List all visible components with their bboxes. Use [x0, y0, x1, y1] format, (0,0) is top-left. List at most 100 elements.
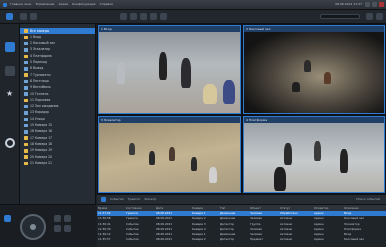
- person: [324, 72, 331, 84]
- filter-button[interactable]: Фильтр: [144, 198, 156, 201]
- star-icon[interactable]: ★: [6, 90, 13, 98]
- events-icon[interactable]: [101, 197, 106, 202]
- event-toolbar: События Тревоги Фильтр Поиск событий: [97, 194, 386, 204]
- menu-item-main[interactable]: Главное окно: [10, 3, 31, 6]
- camera-view[interactable]: 3 Эскалатор: [98, 116, 241, 193]
- camera-icon: [24, 92, 28, 96]
- folder-icon: [24, 142, 28, 147]
- camera-tree: Все камеры 1 Вход 2 Кассовый зал 3 Эскал…: [20, 24, 96, 204]
- folder-icon: [24, 155, 28, 159]
- person: [292, 82, 300, 92]
- person: [191, 157, 197, 171]
- camera-feed: [99, 123, 240, 192]
- person: [223, 80, 235, 104]
- maximize-button[interactable]: [372, 2, 377, 7]
- folder-icon: [24, 149, 28, 153]
- ptz-panel: [0, 204, 96, 247]
- camera-icon: [24, 130, 28, 134]
- menu-items: Главное окно Управление Архив Конфигурац…: [10, 0, 116, 7]
- minimize-button[interactable]: [365, 2, 370, 7]
- person: [181, 58, 191, 88]
- table-cell: Админ: [314, 237, 324, 242]
- camera-icon: [24, 48, 28, 52]
- window-controls: [365, 2, 384, 7]
- star-icon[interactable]: [140, 13, 147, 20]
- joystick-knob-icon[interactable]: [30, 224, 36, 230]
- folder-icon: [24, 54, 28, 59]
- left-rail: ★: [0, 24, 20, 204]
- iris-icon[interactable]: [64, 225, 71, 232]
- camera-feed: [244, 123, 384, 192]
- camera-icon: [24, 60, 28, 65]
- home-icon[interactable]: [5, 42, 15, 52]
- person: [159, 52, 167, 80]
- camera-feed: [99, 32, 240, 113]
- camera-view[interactable]: 2 Кассовый зал: [243, 25, 385, 114]
- timeline-slider[interactable]: [320, 14, 360, 19]
- folder-icon: [24, 35, 28, 40]
- fullscreen-icon[interactable]: [376, 13, 383, 20]
- toolbar: [0, 10, 386, 24]
- menu-item-config[interactable]: Конфигурация: [72, 3, 95, 6]
- table-row[interactable]: 11:35:57 Событие 08.06.2021 Камера 2 Дет…: [97, 237, 386, 242]
- zoom-in-icon[interactable]: [54, 215, 61, 222]
- settings-icon[interactable]: [366, 13, 373, 20]
- search-events-button[interactable]: Поиск событий: [356, 198, 380, 201]
- folder-icon: [24, 98, 28, 103]
- zoom-out-icon[interactable]: [54, 225, 61, 232]
- person: [209, 167, 217, 183]
- camera-icon[interactable]: [5, 66, 15, 76]
- person: [274, 167, 286, 191]
- person: [117, 62, 125, 84]
- person: [169, 147, 175, 161]
- camera-icon: [24, 86, 28, 90]
- person: [314, 141, 321, 161]
- person: [129, 143, 135, 155]
- camera-icon[interactable]: [120, 13, 127, 20]
- monitor-icon[interactable]: [130, 13, 137, 20]
- camera-view[interactable]: 4 Платформа: [243, 116, 385, 193]
- events-table: Время Состояние Дата Камера Тип Объект С…: [97, 204, 386, 247]
- folder-icon: [24, 29, 28, 33]
- folder-icon: [24, 73, 28, 77]
- person: [284, 143, 292, 165]
- table-cell: Предмет: [250, 237, 263, 242]
- menu-item-control[interactable]: Управление: [36, 3, 55, 6]
- camera-icon: [24, 117, 28, 122]
- camera-icon: [24, 79, 28, 84]
- table-cell: 08.06.2021: [156, 237, 173, 242]
- settings-icon[interactable]: [5, 138, 15, 148]
- close-button[interactable]: [379, 2, 384, 7]
- list-icon[interactable]: [30, 13, 37, 20]
- layout-icon[interactable]: [6, 13, 13, 20]
- table-cell: Событие: [126, 237, 139, 242]
- clock: 08.06.2021 11:37: [335, 2, 362, 6]
- app-logo-icon: [3, 3, 7, 7]
- bell-icon[interactable]: [150, 13, 157, 20]
- menu-item-help[interactable]: Справка: [100, 3, 113, 6]
- table-cell: 11:35:57: [98, 237, 111, 242]
- camera-icon: [24, 41, 28, 46]
- camera-icon: [24, 111, 28, 115]
- camera-view[interactable]: 1 Вход: [98, 25, 241, 114]
- focus-icon[interactable]: [64, 215, 71, 222]
- ptz-icon[interactable]: [4, 215, 11, 222]
- user-icon[interactable]: [160, 13, 167, 20]
- person: [340, 149, 348, 173]
- folder-icon: [24, 136, 28, 140]
- menu-bar: Главное окно Управление Архив Конфигурац…: [0, 0, 386, 10]
- alarms-tab[interactable]: Тревоги: [128, 198, 141, 201]
- folder-icon: [24, 161, 28, 166]
- person: [304, 60, 311, 72]
- video-grid: 1 Вход 2 Кассовый зал 3 Эскалатор 4 Плат…: [97, 24, 386, 194]
- events-tab[interactable]: События: [110, 198, 124, 201]
- grid-icon[interactable]: [20, 13, 27, 20]
- table-cell: Активно: [280, 237, 293, 242]
- camera-icon: [24, 123, 28, 128]
- tree-item[interactable]: 21 Камера 21: [20, 160, 95, 166]
- person: [149, 151, 155, 165]
- camera-icon: [24, 104, 28, 109]
- camera-icon: [24, 67, 28, 71]
- table-cell: Кассовый зал: [344, 237, 365, 242]
- menu-item-archive[interactable]: Архив: [59, 3, 68, 6]
